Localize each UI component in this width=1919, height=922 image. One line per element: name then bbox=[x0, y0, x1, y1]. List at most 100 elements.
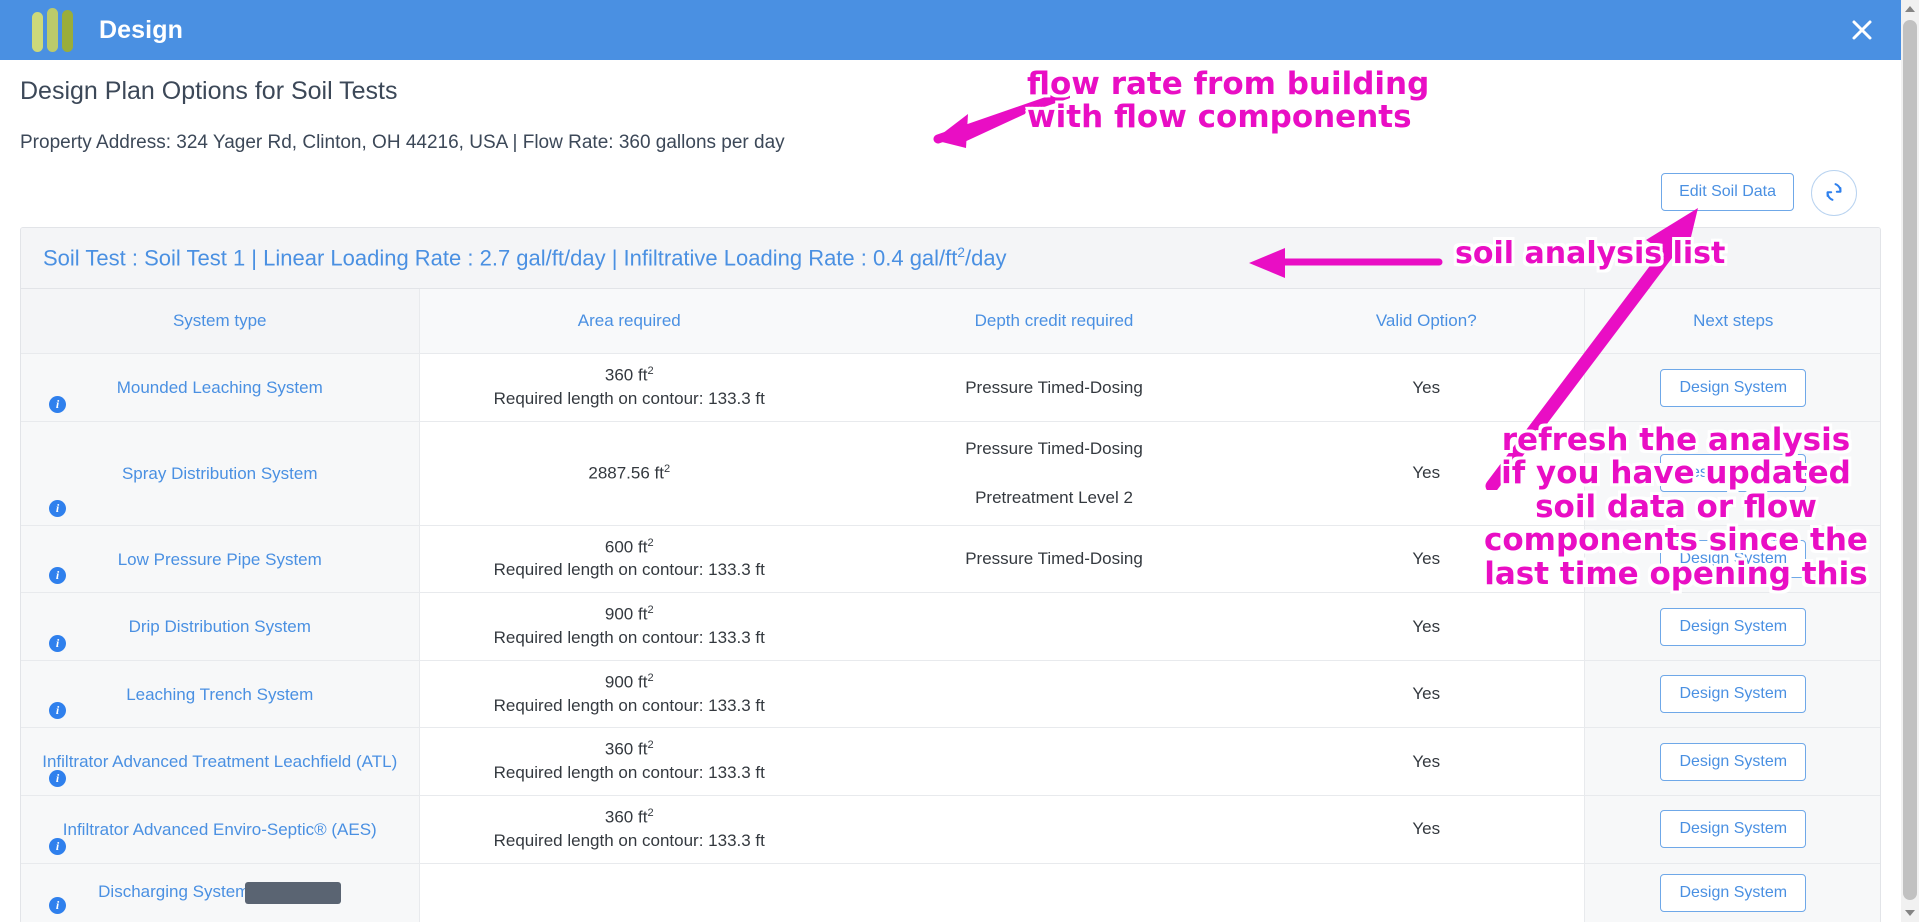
area-required-cell: 2887.56 ft2 bbox=[419, 421, 839, 526]
area-required-cell: 360 ft2 Required length on contour: 133.3… bbox=[419, 795, 839, 864]
area-unit-exponent: 2 bbox=[647, 604, 654, 617]
info-icon[interactable]: i bbox=[49, 395, 66, 413]
soil-analysis-panel: Soil Test : Soil Test 1 | Linear Loading… bbox=[20, 227, 1881, 922]
system-type-cell: Spray Distribution System i bbox=[21, 421, 420, 526]
system-type-link[interactable]: Infiltrator Advanced Enviro-Septic® (AES… bbox=[27, 819, 413, 840]
design-system-button[interactable]: Design System bbox=[1660, 873, 1807, 912]
area-number: 900 ft bbox=[604, 605, 648, 625]
table-row: Infiltrator Advanced Treatment Leachfiel… bbox=[21, 727, 1880, 796]
next-steps-cell: Design System bbox=[1583, 525, 1880, 594]
design-system-button[interactable]: Design System bbox=[1660, 742, 1807, 781]
area-number: 2887.56 ft bbox=[588, 463, 664, 483]
app-title: Design bbox=[99, 15, 183, 44]
area-contour-note: Required length on contour: 133.3 ft bbox=[493, 388, 765, 408]
valid-option-cell: Yes bbox=[1269, 592, 1584, 661]
area-value: 900 ft2 bbox=[426, 603, 834, 627]
area-unit-exponent: 2 bbox=[647, 806, 654, 819]
depth-credit-cell bbox=[839, 795, 1269, 864]
system-type-link[interactable]: Spray Distribution System bbox=[27, 463, 413, 484]
valid-option-cell: Yes bbox=[1269, 795, 1584, 864]
area-value: 360 ft2 bbox=[426, 364, 834, 388]
design-plan-window: Design Design Plan Options for Soil Test… bbox=[0, 0, 1919, 922]
close-icon[interactable] bbox=[1845, 13, 1879, 47]
system-type-link[interactable]: Infiltrator Advanced Treatment Leachfiel… bbox=[27, 751, 413, 772]
area-unit-exponent: 2 bbox=[647, 671, 654, 684]
scrollbar-thumb[interactable] bbox=[1903, 20, 1917, 900]
area-value: 360 ft2 bbox=[426, 738, 834, 762]
area-required-cell bbox=[419, 863, 839, 922]
area-contour-note: Required length on contour: 133.3 ft bbox=[493, 560, 765, 580]
info-icon[interactable]: i bbox=[49, 702, 66, 720]
system-type-link[interactable]: Leaching Trench System bbox=[27, 684, 413, 705]
soil-test-summary-prefix: Soil Test : Soil Test 1 | Linear Loading… bbox=[43, 245, 958, 271]
system-type-link[interactable]: Drip Distribution System bbox=[27, 616, 413, 637]
table-row: Drip Distribution System i 900 ft2 Required… bbox=[21, 592, 1880, 661]
next-steps-cell: Design System bbox=[1583, 660, 1880, 729]
valid-option-cell bbox=[1269, 863, 1584, 922]
next-steps-cell: Design System bbox=[1583, 863, 1880, 922]
system-type-cell: Drip Distribution System i bbox=[21, 592, 420, 661]
valid-option-cell: Yes bbox=[1269, 353, 1584, 422]
area-required-cell: 360 ft2 Required length on contour: 133.3… bbox=[419, 727, 839, 796]
info-icon[interactable]: i bbox=[49, 567, 66, 585]
area-number: 600 ft bbox=[604, 537, 648, 557]
column-header-valid-option: Valid Option? bbox=[1269, 289, 1584, 355]
area-value: 360 ft2 bbox=[426, 806, 834, 830]
column-header-depth-credit: Depth credit required bbox=[839, 289, 1269, 355]
depth-credit-item: Pressure Timed-Dosing bbox=[965, 549, 1143, 569]
column-header-next-steps: Next steps bbox=[1583, 289, 1880, 355]
area-unit-exponent: 2 bbox=[647, 536, 654, 549]
depth-credit-item: Pressure Timed-Dosing bbox=[965, 438, 1143, 458]
table-row: Leaching Trench System i 900 ft2 Required l… bbox=[21, 660, 1880, 729]
refresh-analysis-button[interactable] bbox=[1811, 170, 1857, 216]
info-icon[interactable]: i bbox=[49, 634, 66, 652]
area-required-cell: 900 ft2 Required length on contour: 133.3… bbox=[419, 592, 839, 661]
info-icon[interactable]: i bbox=[49, 837, 66, 855]
table-row: Mounded Leaching System i 360 ft2 Required … bbox=[21, 353, 1880, 422]
area-value: 2887.56 ft2 bbox=[426, 462, 834, 486]
area-contour-note: Required length on contour: 133.3 ft bbox=[493, 695, 765, 715]
design-options-table: System type Area required Depth credit r… bbox=[21, 289, 1880, 922]
design-system-button[interactable]: Design System bbox=[1660, 675, 1807, 714]
depth-credit-item: Pretreatment Level 2 bbox=[975, 487, 1133, 507]
scroll-up-arrow-icon[interactable] bbox=[1901, 0, 1919, 18]
design-system-button[interactable]: Design System bbox=[1660, 540, 1807, 579]
vertical-scrollbar[interactable] bbox=[1901, 0, 1919, 922]
page-title: Design Plan Options for Soil Tests bbox=[20, 77, 398, 105]
depth-credit-cell bbox=[839, 660, 1269, 729]
valid-option-cell: Yes bbox=[1269, 525, 1584, 594]
valid-option-cell: Yes bbox=[1269, 727, 1584, 796]
area-value: 900 ft2 bbox=[426, 671, 834, 695]
system-type-cell: Infiltrator Advanced Enviro-Septic® (AES… bbox=[21, 795, 420, 864]
system-type-cell: Leaching Trench System i bbox=[21, 660, 420, 729]
edit-soil-data-button[interactable]: Edit Soil Data bbox=[1661, 173, 1794, 211]
next-steps-cell: Design System bbox=[1583, 421, 1880, 526]
scroll-down-arrow-icon[interactable] bbox=[1901, 904, 1919, 922]
system-type-cell: Low Pressure Pipe System i bbox=[21, 525, 420, 594]
table-row: Spray Distribution System i 2887.56 ft2 Pre… bbox=[21, 421, 1880, 526]
system-type-link[interactable]: Discharging System bbox=[27, 881, 413, 904]
window-titlebar: Design bbox=[0, 0, 1901, 60]
soil-test-summary-sup: 2 bbox=[957, 245, 965, 260]
design-system-button[interactable]: Design System bbox=[1660, 810, 1807, 849]
area-number: 360 ft bbox=[604, 365, 648, 385]
info-icon[interactable]: i bbox=[49, 769, 66, 787]
valid-option-cell: Yes bbox=[1269, 421, 1584, 526]
depth-credit-cell: Pressure Timed-Dosing bbox=[839, 525, 1269, 594]
system-type-link[interactable]: Low Pressure Pipe System bbox=[27, 549, 413, 570]
design-system-button[interactable]: Design System bbox=[1660, 368, 1807, 407]
area-contour-note: Required length on contour: 133.3 ft bbox=[493, 627, 765, 647]
system-type-cell: Discharging System i bbox=[21, 863, 420, 922]
design-system-button[interactable]: Design System bbox=[1660, 454, 1807, 493]
area-value: 600 ft2 bbox=[426, 536, 834, 560]
system-type-cell: Infiltrator Advanced Treatment Leachfiel… bbox=[21, 727, 420, 796]
area-required-cell: 600 ft2 Required length on contour: 133.3… bbox=[419, 525, 839, 594]
area-number: 360 ft bbox=[604, 740, 648, 760]
info-icon[interactable]: i bbox=[49, 896, 66, 914]
design-system-button[interactable]: Design System bbox=[1660, 607, 1807, 646]
depth-credit-item: Pressure Timed-Dosing bbox=[965, 377, 1143, 397]
system-type-link[interactable]: Mounded Leaching System bbox=[27, 377, 413, 398]
depth-credit-cell: Pressure Timed-Dosing Pretreatment Level … bbox=[839, 421, 1269, 526]
info-icon[interactable]: i bbox=[49, 499, 66, 517]
refresh-icon bbox=[1822, 180, 1846, 207]
